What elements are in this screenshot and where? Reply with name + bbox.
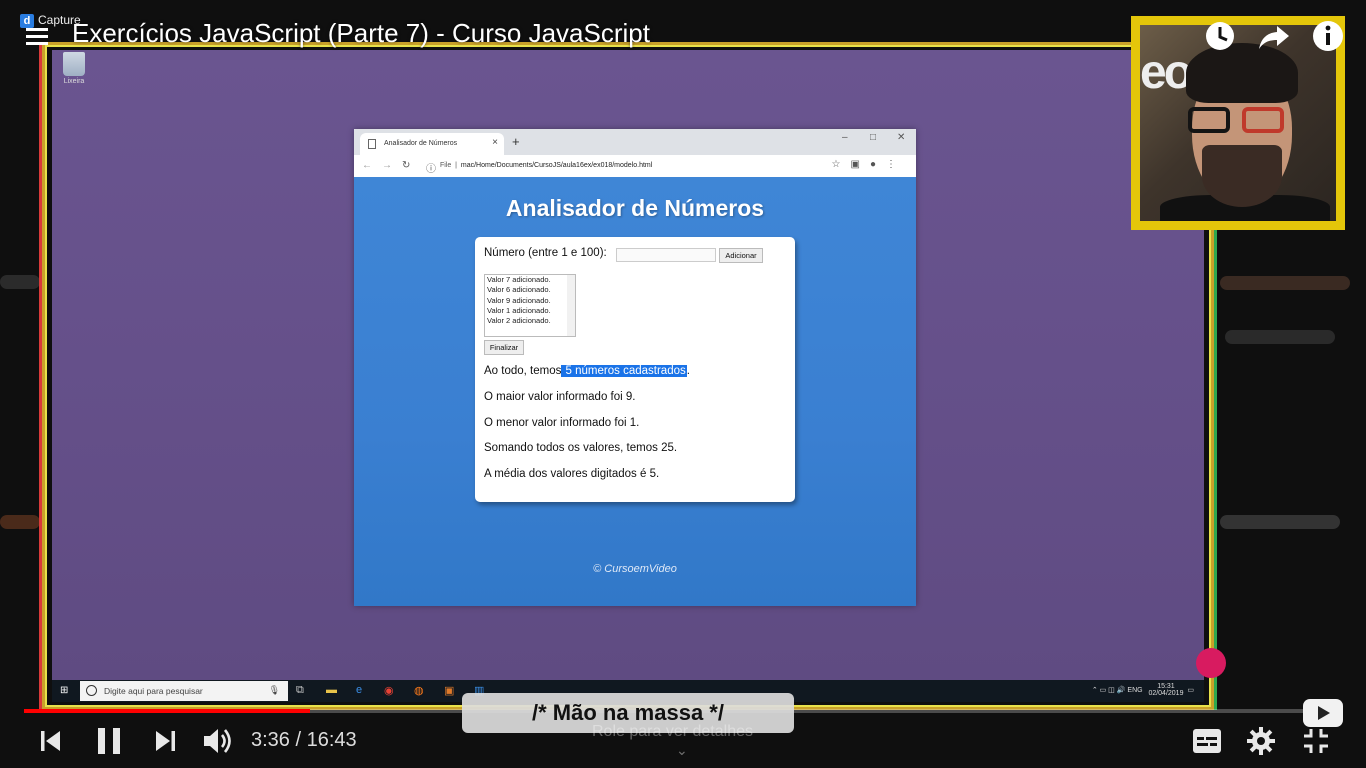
finish-button[interactable]: Finalizar xyxy=(484,340,524,355)
web-page: Analisador de Números Número (entre 1 e … xyxy=(354,177,916,606)
tray-icons[interactable]: ⌃ ▭ ◫ 🔊 xyxy=(1092,687,1126,694)
url-prefix: File xyxy=(440,162,452,169)
page-title: Analisador de Números xyxy=(505,195,765,221)
list-item[interactable]: Valor 2 adicionado. xyxy=(485,316,575,326)
document-icon xyxy=(368,139,376,149)
language-indicator[interactable]: ENG xyxy=(1127,687,1142,694)
next-icon[interactable] xyxy=(152,728,178,754)
background-sign: eo xyxy=(1140,46,1193,99)
background-strip xyxy=(1220,515,1340,529)
number-input[interactable] xyxy=(616,248,716,262)
address-bar[interactable]: ← → ↻ ⓘ File | mac/Home/Documents/CursoJ… xyxy=(354,155,916,178)
add-button[interactable]: Adicionar xyxy=(719,248,763,263)
browser-window: Analisador de Números × + – □ ✕ ← → ↻ ⓘ … xyxy=(354,129,916,606)
notification-icon[interactable]: ▭ xyxy=(1187,687,1194,694)
result-average: A média dos valores digitados é 5. xyxy=(484,468,660,480)
close-tab-icon[interactable]: × xyxy=(492,137,498,148)
settings-icon[interactable] xyxy=(1247,727,1275,755)
clock-time[interactable]: 15:31 xyxy=(1157,683,1175,690)
cortana-icon xyxy=(86,685,97,696)
browser-tab[interactable]: Analisador de Números × xyxy=(360,133,504,155)
number-label: Número (entre 1 e 100): xyxy=(484,247,607,259)
back-icon[interactable]: ← xyxy=(362,160,372,171)
current-time: 3:36 xyxy=(251,729,290,751)
recycle-bin-label: Lixeira xyxy=(63,78,85,85)
youtube-logo[interactable] xyxy=(1303,699,1343,727)
background-strip xyxy=(1220,276,1350,290)
edge-icon[interactable]: e xyxy=(356,684,362,696)
background-strip xyxy=(0,515,40,529)
selected-text: 5 números cadastrados xyxy=(561,365,687,377)
app-icon[interactable]: ▣ xyxy=(444,684,454,697)
capture-logo: d xyxy=(20,14,34,28)
subtitles-icon[interactable] xyxy=(1192,728,1222,754)
url-text[interactable]: mac/Home/Documents/CursoJS/aula16ex/ex01… xyxy=(461,162,652,169)
info-circle-icon: ⓘ xyxy=(426,164,436,175)
scrubber-handle[interactable] xyxy=(1196,648,1226,678)
result-sum: Somando todos os valores, temos 25. xyxy=(484,442,678,454)
windows-start-icon[interactable]: ⊞ xyxy=(60,685,70,696)
volume-icon[interactable] xyxy=(202,726,234,756)
previous-icon[interactable] xyxy=(38,728,64,754)
list-item[interactable]: Valor 6 adicionado. xyxy=(485,285,575,295)
menu-icon[interactable] xyxy=(26,28,48,49)
maximize-icon[interactable]: □ xyxy=(870,132,876,143)
page-credits: © CursoemVideo xyxy=(593,563,677,575)
taskbar-search[interactable]: Digite aqui para pesquisar 🎙 xyxy=(80,681,288,701)
reload-icon[interactable]: ↻ xyxy=(402,160,410,171)
result-total-prefix: Ao todo, temos xyxy=(484,365,562,377)
file-explorer-icon[interactable]: ▬ xyxy=(326,684,337,696)
listbox-scrollbar[interactable] xyxy=(567,275,575,336)
result-max: O maior valor informado foi 9. xyxy=(484,391,636,403)
forward-icon[interactable]: → xyxy=(382,160,392,171)
app-card: Número (entre 1 e 100): Adicionar Valor … xyxy=(475,237,795,502)
time-display: 3:36 / 16:43 xyxy=(251,729,357,751)
result-total-suffix: . xyxy=(686,365,690,377)
chrome-icon[interactable]: ◉ xyxy=(384,684,394,697)
exit-fullscreen-icon[interactable] xyxy=(1302,727,1330,755)
taskbar-search-placeholder: Digite aqui para pesquisar xyxy=(104,686,203,696)
minimize-icon[interactable]: – xyxy=(842,132,848,143)
progress-played xyxy=(24,709,310,713)
new-tab-button[interactable]: + xyxy=(512,134,520,149)
result-min: O menor valor informado foi 1. xyxy=(484,417,640,429)
duration: 16:43 xyxy=(306,729,357,751)
pause-icon[interactable] xyxy=(95,726,123,756)
share-icon[interactable] xyxy=(1256,18,1292,54)
firefox-icon[interactable]: ◍ xyxy=(414,684,424,697)
details-hint: Role para ver detalhes xyxy=(592,723,753,740)
video-title[interactable]: Exercícios JavaScript (Parte 7) - Curso … xyxy=(72,18,650,49)
clock-date[interactable]: 02/04/2019 xyxy=(1148,690,1183,697)
list-item[interactable]: Valor 1 adicionado. xyxy=(485,306,575,316)
task-view-icon[interactable]: ⧉ xyxy=(296,684,304,697)
background-strip xyxy=(0,275,40,289)
browser-toolbar-icons[interactable]: ☆▣●⋮ xyxy=(832,159,906,170)
microphone-icon[interactable]: 🎙 xyxy=(269,685,280,696)
background-strip xyxy=(1225,330,1335,344)
close-window-icon[interactable]: ✕ xyxy=(897,132,905,143)
system-tray[interactable]: ⌃ ▭ ◫ 🔊 ENG 15:31 02/04/2019 ▭ xyxy=(1092,683,1194,697)
clock-icon[interactable] xyxy=(1202,18,1238,54)
tab-title: Analisador de Números xyxy=(384,140,458,147)
presenter-video: eo xyxy=(1140,25,1336,221)
result-total: Ao todo, temos 5 números cadastrados. xyxy=(484,365,690,377)
list-item[interactable]: Valor 7 adicionado. xyxy=(485,275,575,285)
recycle-bin: Lixeira xyxy=(58,52,90,85)
tab-bar: Analisador de Números × + – □ ✕ xyxy=(354,129,916,155)
info-icon[interactable] xyxy=(1310,18,1346,54)
recycle-bin-icon xyxy=(63,52,85,76)
list-item[interactable]: Valor 9 adicionado. xyxy=(485,296,575,306)
values-listbox[interactable]: Valor 7 adicionado. Valor 6 adicionado. … xyxy=(484,274,576,337)
chevron-down-icon[interactable]: ⌄ xyxy=(676,742,688,759)
